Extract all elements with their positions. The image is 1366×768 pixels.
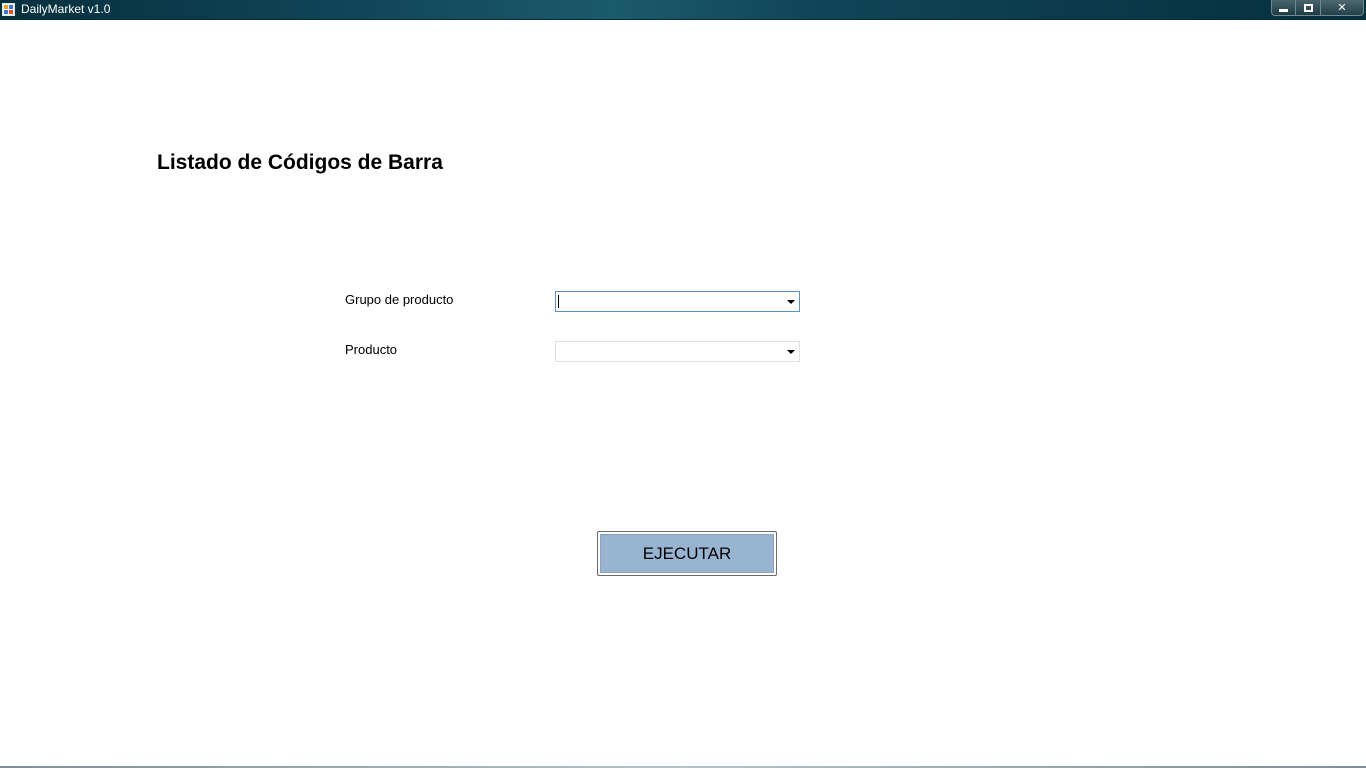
maximize-icon bbox=[1303, 3, 1313, 12]
close-icon: ✕ bbox=[1337, 1, 1347, 14]
grupo-producto-dropdown[interactable] bbox=[555, 291, 800, 312]
chevron-down-icon[interactable] bbox=[787, 350, 795, 354]
grupo-producto-label: Grupo de producto bbox=[345, 292, 454, 307]
app-icon[interactable] bbox=[2, 3, 15, 16]
minimize-icon bbox=[1279, 8, 1288, 12]
chevron-down-icon[interactable] bbox=[787, 300, 795, 304]
text-caret bbox=[558, 295, 559, 308]
producto-label: Producto bbox=[345, 342, 398, 357]
title-bar[interactable]: DailyMarket v1.0 ✕ bbox=[0, 0, 1366, 20]
producto-dropdown[interactable] bbox=[555, 341, 800, 362]
ejecutar-button[interactable]: EJECUTAR bbox=[597, 531, 777, 576]
caption-buttons: ✕ bbox=[1271, 0, 1364, 17]
minimize-button[interactable] bbox=[1271, 0, 1296, 16]
app-window: DailyMarket v1.0 ✕ Listado de Códigos de… bbox=[0, 0, 1366, 768]
page-title: Listado de Códigos de Barra bbox=[157, 151, 443, 174]
close-button[interactable]: ✕ bbox=[1321, 0, 1364, 16]
maximize-button[interactable] bbox=[1296, 0, 1321, 16]
window-title: DailyMarket v1.0 bbox=[21, 2, 111, 16]
